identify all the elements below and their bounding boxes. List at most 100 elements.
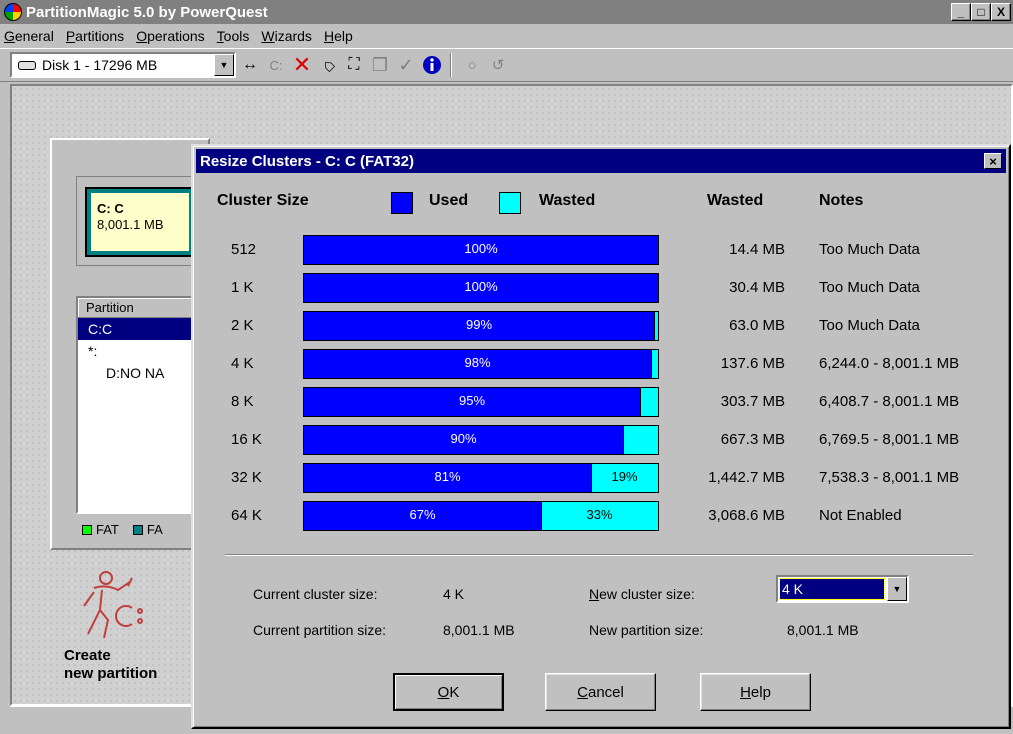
wasted-swatch [499,192,521,214]
label-icon[interactable]: ⌂ [311,48,345,82]
wasted-segment [640,388,658,416]
usage-bar: 90% [303,425,659,455]
disk-select-value: Disk 1 - 17296 MB [42,57,158,73]
usage-bar: 99% [303,311,659,341]
cluster-row: 64 K 67% 33% 3,068.6 MB Not Enabled [193,500,1013,532]
legend-label-fat32: FA [146,522,163,537]
create-partition-icon [83,571,143,639]
used-percent-label: 100% [464,241,498,256]
new-cluster-size-select[interactable]: 4 K ▼ [776,575,909,603]
used-percent-label: 100% [464,279,498,294]
close-button[interactable]: X [991,3,1011,21]
cluster-note: Too Much Data [819,317,920,334]
title-bar: PartitionMagic 5.0 by PowerQuest _ □ X [0,0,1013,24]
wasted-mb-value: 63.0 MB [729,317,785,334]
menu-bar: General Partitions Operations Tools Wiza… [0,24,1013,48]
minimize-button[interactable]: _ [951,3,971,21]
chevron-down-icon[interactable]: ▼ [214,54,234,76]
cluster-size-label: 16 K [231,431,262,448]
ok-button[interactable]: OK [393,673,504,711]
toolbar: Disk 1 - 17296 MB ▼ ↔ C: ✕ ⌂ ⛶ ❐ ✓ ○ ↺ [0,48,1013,82]
header-notes: Notes [819,192,864,209]
redo-icon[interactable]: ↺ [486,53,510,77]
partition-row[interactable]: D:NO NA [78,362,208,384]
cluster-row: 32 K 81% 19% 1,442.7 MB 7,538.3 - 8,001.1 MB [193,462,1013,494]
wasted-mb-value: 1,442.7 MB [708,469,785,486]
cluster-note: 6,769.5 - 8,001.1 MB [819,431,960,448]
create-partition-task[interactable]: Create new partition [56,568,206,698]
partition-row[interactable]: C:C [78,318,208,340]
used-swatch [391,192,413,214]
create-partition-label-line2: new partition [64,665,158,682]
cluster-size-label: 1 K [231,279,254,296]
partition-block-size: 8,001.1 MB [97,217,164,232]
drive-icon[interactable]: C: [264,53,288,77]
cluster-size-label: 2 K [231,317,254,334]
apply-icon[interactable]: ✓ [394,53,418,77]
cluster-size-label: 8 K [231,393,254,410]
undo-icon[interactable]: ○ [460,53,484,77]
partition-block-c[interactable]: C: C 8,001.1 MB [87,189,193,255]
disk-map: C: C 8,001.1 MB [76,176,210,266]
cluster-size-label: 4 K [231,355,254,372]
new-cluster-size-value: 4 K [779,578,885,600]
cluster-note: Too Much Data [819,279,920,296]
legend-swatch-fat [82,524,92,535]
wasted-segment [654,312,658,340]
used-percent-label: 90% [450,431,477,446]
disk-select[interactable]: Disk 1 - 17296 MB ▼ [10,52,236,78]
menu-wizards[interactable]: Wizards [261,28,312,44]
cluster-note: 6,244.0 - 8,001.1 MB [819,355,960,372]
cluster-size-label: 64 K [231,507,262,524]
cluster-size-label: 512 [231,241,257,258]
copy-icon[interactable]: ❐ [368,53,392,77]
partition-column-header[interactable]: Partition [78,298,208,318]
resize-clusters-dialog: Resize Clusters - C: C (FAT32) × Cluster… [191,144,1011,729]
wasted-mb-value: 14.4 MB [729,241,785,258]
cluster-note: 7,538.3 - 8,001.1 MB [819,469,960,486]
wasted-mb-value: 30.4 MB [729,279,785,296]
menu-partitions[interactable]: Partitions [66,28,124,44]
legend-swatch-fat32 [132,524,143,535]
used-percent-label: 67% [409,507,436,522]
header-wasted: Wasted [707,192,764,209]
partition-row[interactable]: *: [78,340,208,362]
usage-bar: 98% [303,349,659,379]
maximize-button[interactable]: □ [971,3,991,21]
disk-panel: C: C 8,001.1 MB Partition C:C *: D:NO NA… [50,138,210,550]
cluster-note: Too Much Data [819,241,920,258]
resize-icon[interactable]: ↔ [238,53,262,77]
current-cluster-size-value: 4 K [443,586,465,602]
wasted-mb-value: 3,068.6 MB [708,507,785,524]
menu-general[interactable]: General [4,28,54,44]
usage-bar: 67% 33% [303,501,659,531]
dialog-close-button[interactable]: × [984,153,1002,169]
legend-label-fat: FAT [96,522,119,537]
partitionmagic-logo-icon [4,3,22,21]
header-cluster-size: Cluster Size [217,192,309,209]
cancel-button[interactable]: Cancel [545,673,656,711]
cluster-note: Not Enabled [819,507,902,524]
help-button[interactable]: Help [700,673,811,711]
hard-disk-icon [18,60,36,70]
wasted-segment [651,350,658,378]
new-partition-size-value: 8,001.1 MB [787,622,859,638]
info-icon[interactable] [420,53,444,77]
menu-help[interactable]: Help [324,28,353,44]
cluster-row: 1 K 100% 30.4 MB Too Much Data [193,272,1013,304]
menu-operations[interactable]: Operations [136,28,204,44]
app-window: PartitionMagic 5.0 by PowerQuest _ □ X G… [0,0,1013,734]
usage-bar: 100% [303,235,659,265]
dialog-divider [225,554,973,556]
menu-tools[interactable]: Tools [217,28,250,44]
cluster-row: 2 K 99% 63.0 MB Too Much Data [193,310,1013,342]
wasted-mb-value: 137.6 MB [720,355,785,372]
header-used: Used [429,192,469,209]
cluster-row: 16 K 90% 667.3 MB 6,769.5 - 8,001.1 MB [193,424,1013,456]
partition-block-name: C: C [97,201,124,216]
dialog-title: Resize Clusters - C: C (FAT32) [200,152,414,170]
chevron-down-icon[interactable]: ▼ [887,577,907,601]
filesystem-legend: FAT FA [76,522,163,537]
new-cluster-size-label: New cluster size: [589,586,695,602]
select-icon[interactable]: ⛶ [342,53,366,77]
